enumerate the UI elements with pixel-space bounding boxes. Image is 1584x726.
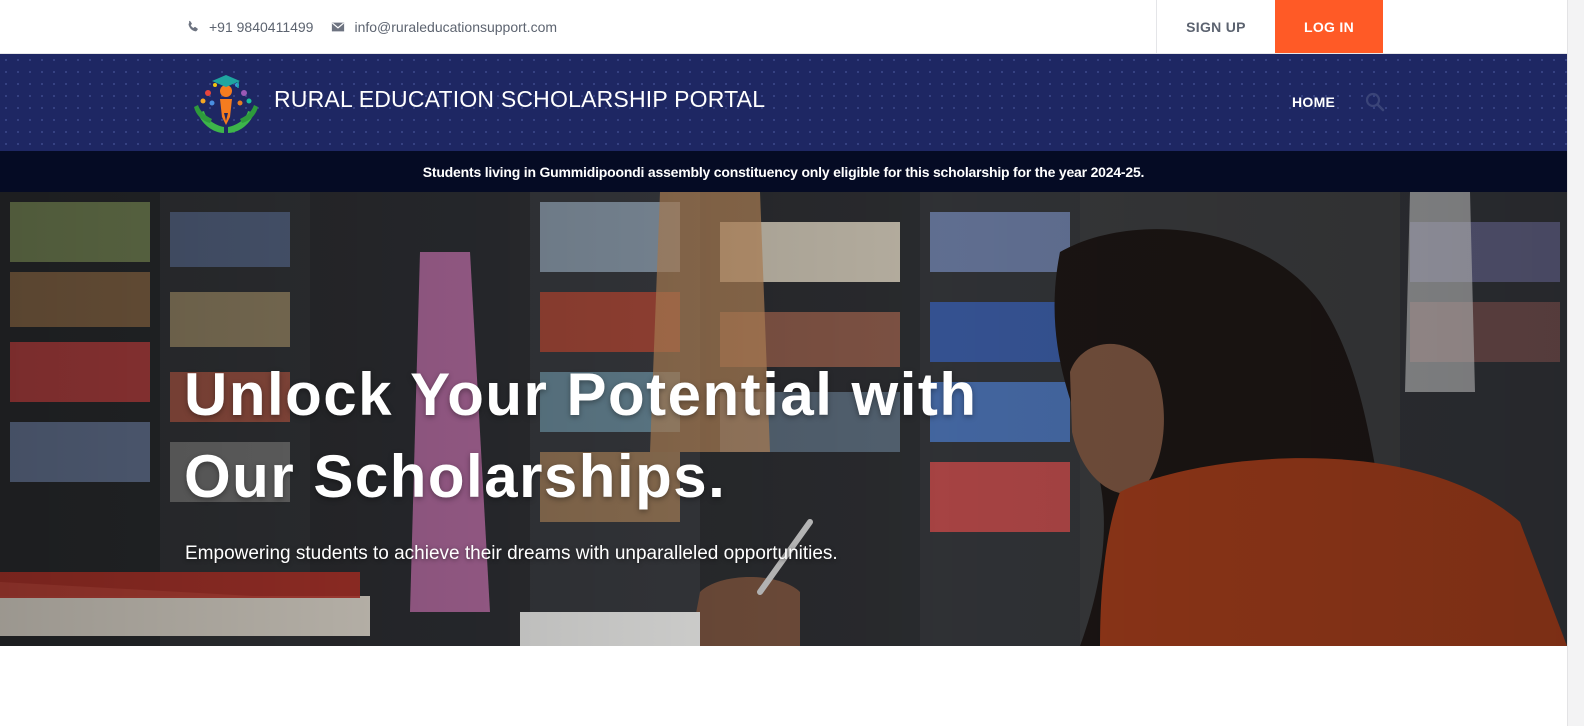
phone-number: +91 9840411499 [209, 19, 314, 35]
eligibility-notice: Students living in Gummidipoondi assembl… [0, 151, 1567, 192]
log-in-button[interactable]: LOG IN [1275, 0, 1383, 53]
top-contact-bar: +91 9840411499 info@ruraleducationsuppor… [0, 0, 1567, 54]
nav-home-link[interactable]: HOME [1292, 94, 1335, 110]
brand-title[interactable]: RURAL EDUCATION SCHOLARSHIP PORTAL [274, 86, 765, 113]
auth-buttons: SIGN UP LOG IN [1156, 0, 1383, 53]
notice-text: Students living in Gummidipoondi assembl… [422, 163, 1145, 180]
search-icon[interactable] [1365, 92, 1385, 112]
hero-subtitle: Empowering students to achieve their dre… [185, 543, 838, 564]
contact-info: +91 9840411499 info@ruraleducationsuppor… [186, 0, 557, 54]
contact-email[interactable]: info@ruraleducationsupport.com [331, 19, 557, 35]
sign-up-button[interactable]: SIGN UP [1156, 0, 1275, 53]
hero-title: Unlock Your Potential with Our Scholarsh… [184, 361, 978, 510]
contact-phone[interactable]: +91 9840411499 [186, 19, 313, 35]
phone-icon [188, 20, 198, 32]
graduate-pen-logo[interactable] [190, 69, 262, 139]
page: +91 9840411499 info@ruraleducationsuppor… [0, 0, 1584, 726]
email-address: info@ruraleducationsupport.com [354, 19, 558, 35]
main-navbar: RURAL EDUCATION SCHOLARSHIP PORTAL HOME [0, 54, 1567, 151]
hero-banner: Unlock Your Potential with Our Scholarsh… [0, 192, 1567, 646]
page-scrollbar[interactable] [1567, 0, 1584, 726]
envelope-icon [332, 22, 345, 32]
